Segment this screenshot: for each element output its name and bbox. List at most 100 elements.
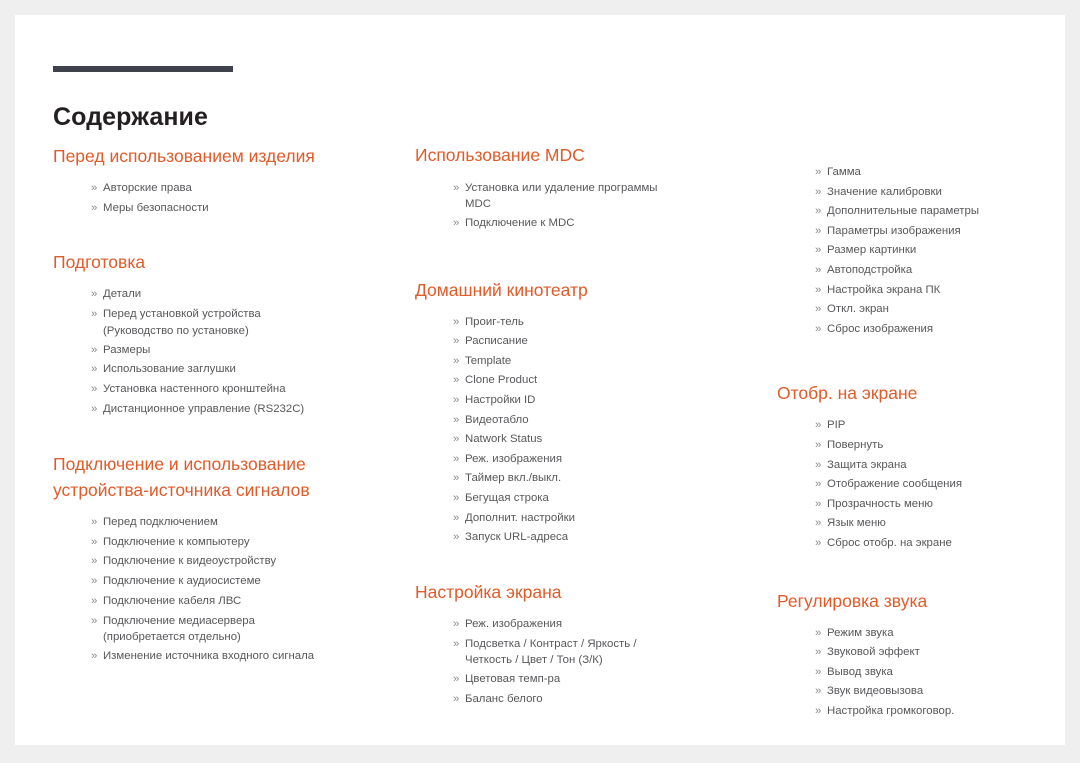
- toc-item[interactable]: » Цветовая темп-ра: [453, 670, 745, 690]
- toc-section-heading[interactable]: Подключение и использование устройства-и…: [53, 451, 383, 503]
- bullet-icon: »: [453, 315, 460, 328]
- toc-item[interactable]: » Гамма: [815, 163, 1077, 183]
- toc-item[interactable]: » Подсветка / Контраст / Яркость / Четкос…: [453, 634, 745, 670]
- toc-item[interactable]: » Видеотабло: [453, 411, 745, 431]
- toc-item[interactable]: » Реж. изображения: [453, 615, 745, 635]
- toc-item[interactable]: » Режим звука: [815, 624, 1077, 644]
- bullet-icon: »: [453, 181, 460, 194]
- toc-item[interactable]: » PIP: [815, 416, 1077, 436]
- toc-item[interactable]: » Авторские права: [91, 179, 383, 199]
- toc-item[interactable]: » Бегущая строка: [453, 489, 745, 509]
- bullet-icon: »: [453, 692, 460, 705]
- toc-item-label: Установка или удаление программы MDC: [465, 181, 658, 210]
- toc-item[interactable]: » Параметры изображения: [815, 222, 1077, 242]
- toc-item[interactable]: » Звук видеовызова: [815, 682, 1077, 702]
- bullet-icon: »: [815, 704, 822, 717]
- bullet-icon: »: [815, 665, 822, 678]
- toc-section-heading[interactable]: Домашний кинотеатр: [415, 278, 745, 303]
- toc-item[interactable]: » Меры безопасности: [91, 199, 383, 219]
- toc-item-label: Размер картинки: [827, 244, 917, 257]
- toc-item[interactable]: » Защита экрана: [815, 456, 1077, 476]
- toc-item[interactable]: » Перед установкой устройства (Руководств…: [91, 305, 383, 341]
- toc-item[interactable]: » Размеры: [91, 341, 383, 361]
- toc-section-heading[interactable]: Отобр. на экране: [777, 381, 1077, 406]
- toc-item[interactable]: » Прозрачность меню: [815, 495, 1077, 515]
- toc-item[interactable]: » Проиг-тель: [453, 313, 745, 333]
- toc-section: Подготовка » Детали » Перед установкой устро…: [53, 250, 383, 419]
- toc-item[interactable]: » Подключение кабеля ЛВС: [91, 592, 383, 612]
- toc-section: Регулировка звука » Режим звука » Звуковой э…: [777, 589, 1077, 722]
- toc-item[interactable]: » Подключение к компьютеру: [91, 533, 383, 553]
- toc-item[interactable]: » Откл. экран: [815, 300, 1077, 320]
- bullet-icon: »: [453, 354, 460, 367]
- toc-item[interactable]: » Подключение медиасервера (приобретается…: [91, 611, 383, 647]
- toc-item[interactable]: » Установка настенного кронштейна: [91, 380, 383, 400]
- toc-item[interactable]: » Отображение сообщения: [815, 475, 1077, 495]
- toc-item[interactable]: » Дополнит. настройки: [453, 509, 745, 529]
- toc-section-heading[interactable]: Настройка экрана: [415, 580, 745, 605]
- toc-item-label: Natwork Status: [465, 433, 543, 446]
- toc-item-label: Подключение к компьютеру: [103, 535, 250, 548]
- toc-item[interactable]: » Повернуть: [815, 436, 1077, 456]
- toc-item-label: Реж. изображения: [465, 452, 563, 465]
- toc-section-heading[interactable]: Регулировка звука: [777, 589, 1077, 614]
- toc-item[interactable]: » Подключение к видеоустройству: [91, 552, 383, 572]
- toc-item[interactable]: » Значение калибровки: [815, 183, 1077, 203]
- bullet-icon: »: [91, 574, 98, 587]
- toc-item-label: Расписание: [465, 335, 528, 348]
- toc-item[interactable]: » Реж. изображения: [453, 450, 745, 470]
- toc-item-label: Баланс белого: [465, 692, 543, 705]
- bullet-icon: »: [815, 205, 822, 218]
- bullet-icon: »: [453, 617, 460, 630]
- toc-item[interactable]: » Автоподстройка: [815, 261, 1077, 281]
- bullet-icon: »: [91, 555, 98, 568]
- toc-item[interactable]: » Сброс изображения: [815, 320, 1077, 340]
- bullet-icon: »: [453, 452, 460, 465]
- toc-section: Подключение и использование устройства-и…: [53, 451, 383, 667]
- toc-item[interactable]: » Изменение источника входного сигнала: [91, 647, 383, 667]
- toc-item-label: PIP: [827, 419, 846, 432]
- toc-item[interactable]: » Natwork Status: [453, 430, 745, 450]
- toc-item[interactable]: » Подключение к аудиосистеме: [91, 572, 383, 592]
- toc-item[interactable]: » Настройка экрана ПК: [815, 281, 1077, 301]
- toc-item-label: Авторские права: [103, 182, 192, 194]
- toc-item[interactable]: » Вывод звука: [815, 663, 1077, 683]
- toc-section-heading[interactable]: Использование MDC: [415, 143, 745, 168]
- toc-item[interactable]: » Дистанционное управление (RS232C): [91, 400, 383, 420]
- toc-item-label: Детали: [103, 288, 142, 301]
- toc-item[interactable]: » Детали: [91, 285, 383, 305]
- toc-item[interactable]: » Дополнительные параметры: [815, 202, 1077, 222]
- toc-item-label: Параметры изображения: [827, 224, 961, 237]
- toc-item[interactable]: » Запуск URL-адреса: [453, 528, 745, 548]
- toc-item[interactable]: » Расписание: [453, 332, 745, 352]
- toc-item[interactable]: » Template: [453, 352, 745, 372]
- toc-item[interactable]: » Настройки ID: [453, 391, 745, 411]
- toc-item[interactable]: » Clone Product: [453, 371, 745, 391]
- bullet-icon: »: [815, 283, 822, 296]
- toc-item-list: » Режим звука » Звуковой эффект » Вывод звука…: [777, 624, 1077, 722]
- toc-section: Настройка экрана » Реж. изображения » Подсве…: [415, 580, 745, 710]
- bullet-icon: »: [91, 516, 98, 529]
- toc-item[interactable]: » Настройка громкоговор.: [815, 702, 1077, 722]
- toc-item-list: » Гамма » Значение калибровки » Дополнительны…: [777, 163, 1077, 339]
- toc-item-label: Подключение к MDC: [465, 217, 575, 229]
- bullet-icon: »: [815, 458, 822, 471]
- toc-section: Отобр. на экране » PIP » Повернуть » Защита эк…: [777, 381, 1077, 553]
- toc-item-label: Настройка экрана ПК: [827, 283, 941, 296]
- toc-column-1: Перед использованием изделия » Авторские п…: [53, 143, 383, 667]
- toc-item[interactable]: » Сброс отобр. на экране: [815, 534, 1077, 554]
- toc-section-heading[interactable]: Подготовка: [53, 250, 383, 275]
- toc-item-label: Таймер вкл./выкл.: [465, 472, 562, 485]
- toc-item[interactable]: » Подключение к MDC: [453, 214, 745, 234]
- toc-item[interactable]: » Таймер вкл./выкл.: [453, 469, 745, 489]
- toc-item[interactable]: » Установка или удаление программы MDC: [453, 178, 745, 214]
- bullet-icon: »: [453, 491, 460, 504]
- toc-item[interactable]: » Звуковой эффект: [815, 643, 1077, 663]
- toc-section-heading[interactable]: Перед использованием изделия: [53, 143, 383, 169]
- toc-item[interactable]: » Перед подключением: [91, 513, 383, 533]
- toc-item-label: Бегущая строка: [465, 491, 549, 504]
- toc-item[interactable]: » Размер картинки: [815, 241, 1077, 261]
- toc-item[interactable]: » Язык меню: [815, 514, 1077, 534]
- toc-item[interactable]: » Использование заглушки: [91, 360, 383, 380]
- toc-item[interactable]: » Баланс белого: [453, 690, 745, 710]
